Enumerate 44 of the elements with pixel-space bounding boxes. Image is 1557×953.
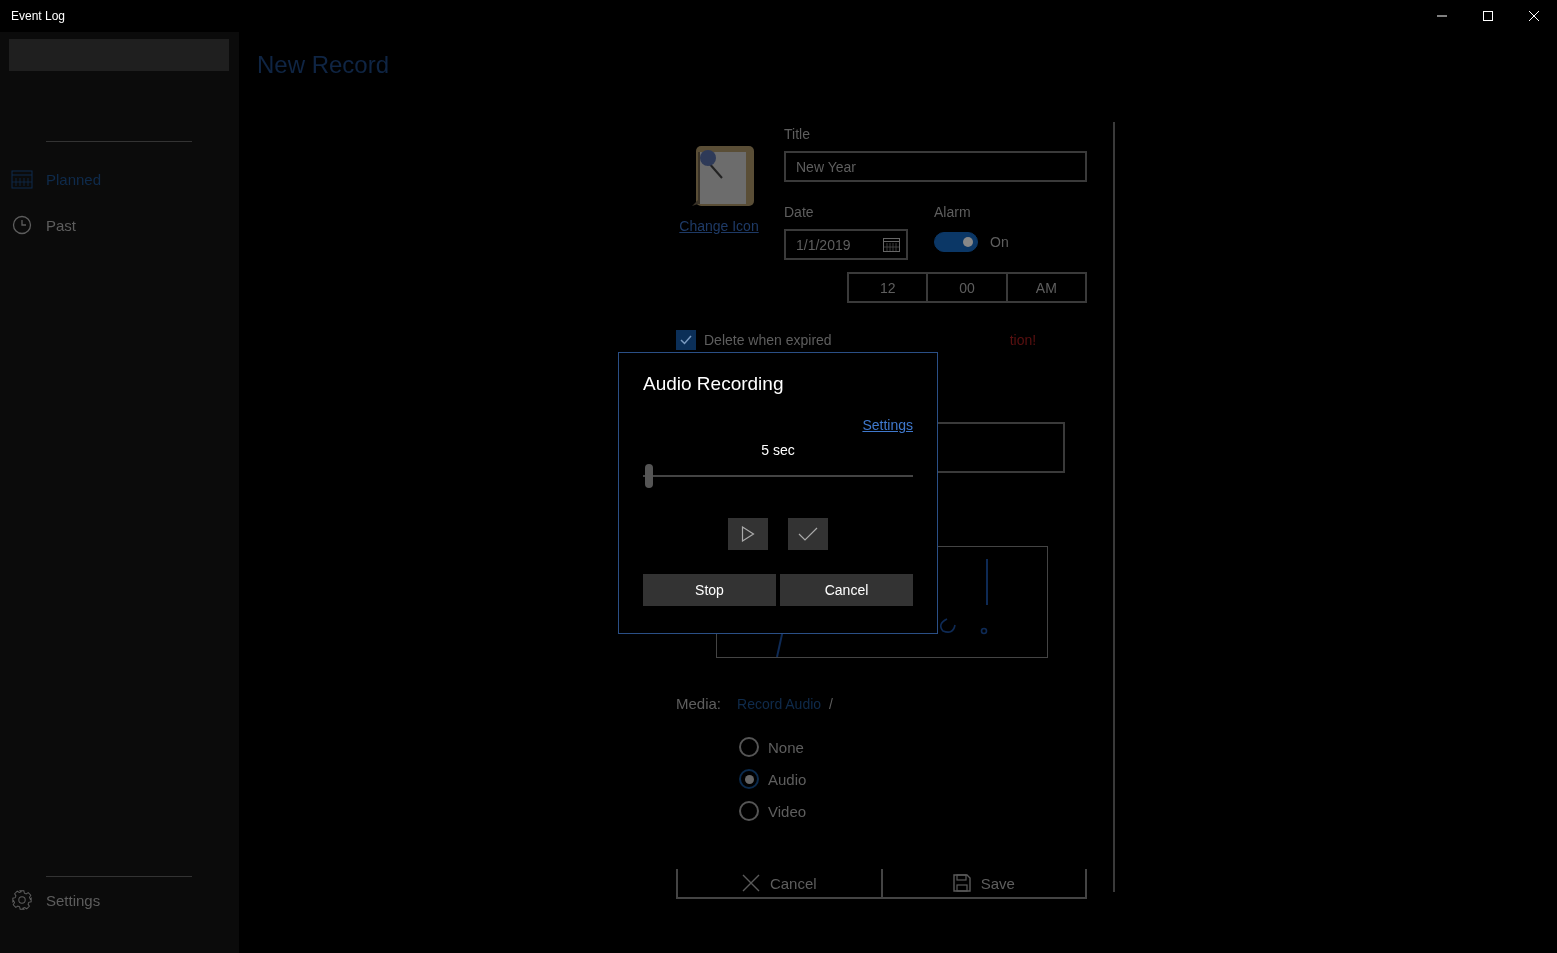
- radio-option[interactable]: Audio: [739, 769, 829, 789]
- media-label: Media:: [676, 695, 722, 712]
- settings-nav-item[interactable]: Settings: [0, 877, 239, 923]
- cancel-button[interactable]: Cancel: [676, 869, 883, 899]
- checkbox[interactable]: [676, 330, 696, 350]
- calendar-icon: [11, 169, 33, 189]
- radio-option[interactable]: None: [739, 737, 829, 757]
- change-icon-link[interactable]: Change Icon: [679, 218, 759, 234]
- title-label: Title: [784, 126, 811, 142]
- toggle-state-text: On: [990, 234, 1009, 250]
- dialog-title: Audio Recording: [643, 373, 785, 395]
- play-button[interactable]: [728, 518, 768, 550]
- stop-button[interactable]: Stop: [643, 574, 776, 606]
- date-label: Date: [784, 204, 815, 220]
- save-button[interactable]: Save: [882, 869, 1087, 899]
- title-input[interactable]: New Year: [784, 151, 1087, 182]
- checkmark-icon: [798, 527, 818, 541]
- clock-icon: [11, 215, 33, 235]
- nav-item[interactable]: Past: [0, 202, 239, 248]
- recording-slider[interactable]: [643, 464, 913, 488]
- checkbox-label: Delete when expired: [704, 332, 832, 348]
- time-picker[interactable]: 12 00 AM: [847, 272, 1087, 303]
- play-icon: [741, 526, 755, 542]
- radio-option[interactable]: Video: [739, 801, 829, 821]
- time-segment[interactable]: 12: [849, 274, 927, 301]
- alarm-toggle[interactable]: [934, 232, 978, 252]
- close-icon: [741, 874, 760, 892]
- time-segment[interactable]: AM: [1005, 274, 1085, 301]
- time-segment[interactable]: 00: [926, 274, 1006, 301]
- settings-link[interactable]: Settings: [862, 417, 913, 433]
- close-icon: [1528, 10, 1540, 22]
- confirm-button[interactable]: [788, 518, 828, 550]
- cancel-button[interactable]: Cancel: [780, 574, 913, 606]
- page-title: New Record: [257, 51, 391, 79]
- window-title: Event Log: [11, 9, 66, 23]
- maximize-icon: [1482, 10, 1494, 22]
- slider-thumb[interactable]: [645, 464, 653, 488]
- alarm-label: Alarm: [934, 204, 972, 220]
- settings-icon: [11, 889, 33, 911]
- calendar-icon: [883, 237, 900, 252]
- duration-text: 5 sec: [761, 442, 795, 458]
- date-picker[interactable]: 1/1/2019: [784, 229, 908, 260]
- warning-text: tion!: [1009, 332, 1037, 348]
- separator-text: /: [829, 695, 833, 712]
